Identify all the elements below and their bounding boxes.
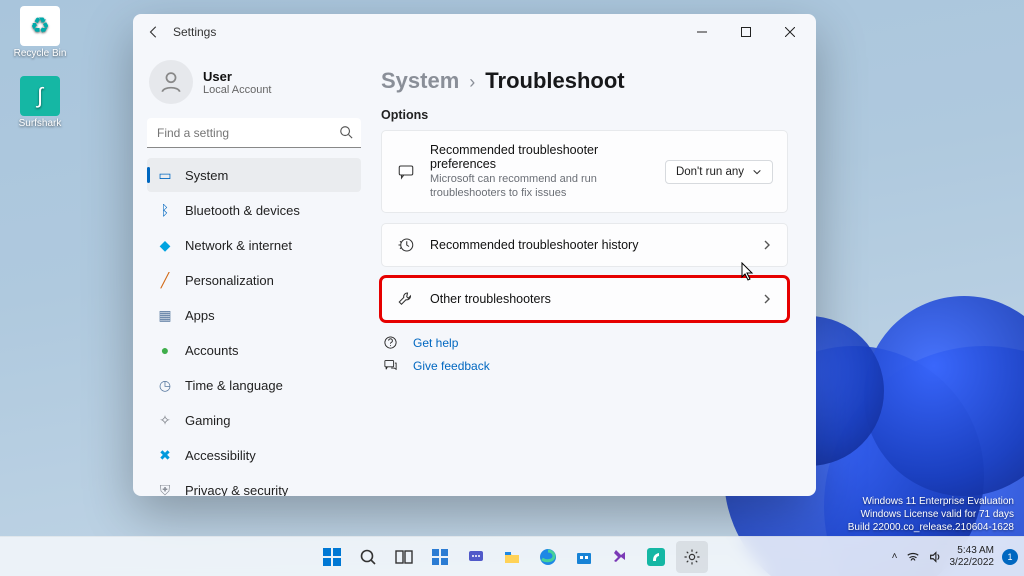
nav-label: Gaming bbox=[185, 413, 231, 428]
nav-list: ▭ System ᛒ Bluetooth & devices ◆ Network & in… bbox=[147, 158, 361, 496]
help-icon bbox=[383, 335, 401, 350]
user-name: User bbox=[203, 69, 272, 84]
minimize-button[interactable] bbox=[680, 17, 724, 47]
store-button[interactable] bbox=[568, 541, 600, 573]
card-title: Recommended troubleshooter history bbox=[430, 238, 747, 252]
nav-icon: ✧ bbox=[157, 412, 173, 428]
wifi-icon[interactable] bbox=[906, 550, 920, 564]
breadcrumb: System › Troubleshoot bbox=[381, 68, 788, 94]
history-icon bbox=[396, 236, 416, 254]
widgets-button[interactable] bbox=[424, 541, 456, 573]
chevron-right-icon: › bbox=[469, 72, 475, 93]
sidebar-item-privacy-security[interactable]: ⛨ Privacy & security bbox=[147, 473, 361, 496]
task-view-button[interactable] bbox=[388, 541, 420, 573]
desktop-icon-recycle-bin[interactable]: ♻ Recycle Bin bbox=[10, 6, 70, 59]
chevron-right-icon bbox=[761, 239, 773, 251]
card-title: Other troubleshooters bbox=[430, 292, 747, 306]
nav-icon: ◷ bbox=[157, 377, 173, 393]
nav-label: Time & language bbox=[185, 378, 283, 393]
sidebar-item-system[interactable]: ▭ System bbox=[147, 158, 361, 192]
sidebar: User Local Account ▭ System ᛒ Bluetooth & d… bbox=[133, 50, 371, 496]
sidebar-item-personalization[interactable]: ╱ Personalization bbox=[147, 263, 361, 297]
taskbar: ˄ 5:43 AM 3/22/2022 1 bbox=[0, 536, 1024, 576]
account-type: Local Account bbox=[203, 84, 272, 96]
help-links: Get help Give feedback bbox=[381, 331, 788, 377]
card-other-troubleshooters[interactable]: Other troubleshooters bbox=[381, 277, 788, 321]
nav-label: Privacy & security bbox=[185, 483, 288, 497]
recycle-bin-icon: ♻ bbox=[20, 6, 60, 46]
card-desc: Microsoft can recommend and run troubles… bbox=[430, 172, 651, 200]
avatar-icon bbox=[149, 60, 193, 104]
volume-icon[interactable] bbox=[928, 550, 942, 564]
preferences-dropdown[interactable]: Don't run any bbox=[665, 160, 773, 184]
nav-label: Accessibility bbox=[185, 448, 256, 463]
nav-icon: ● bbox=[157, 342, 173, 358]
notification-badge[interactable]: 1 bbox=[1002, 549, 1018, 565]
card-title: Recommended troubleshooter preferences bbox=[430, 143, 651, 171]
give-feedback-link[interactable]: Give feedback bbox=[413, 359, 490, 373]
chat-icon bbox=[396, 163, 416, 181]
system-tray[interactable]: ˄ 5:43 AM 3/22/2022 1 bbox=[892, 545, 1018, 569]
surfshark-icon: ∫ bbox=[20, 76, 60, 116]
sidebar-item-apps[interactable]: ▦ Apps bbox=[147, 298, 361, 332]
search-input[interactable] bbox=[147, 118, 361, 148]
main-content: System › Troubleshoot Options Recommende… bbox=[371, 50, 816, 496]
get-help-link[interactable]: Get help bbox=[413, 336, 458, 350]
nav-icon: ᛒ bbox=[157, 202, 173, 218]
card-troubleshooter-history[interactable]: Recommended troubleshooter history bbox=[381, 223, 788, 267]
search-icon bbox=[339, 125, 353, 139]
nav-icon: ⛨ bbox=[157, 482, 173, 496]
taskbar-clock[interactable]: 5:43 AM 3/22/2022 bbox=[950, 545, 995, 569]
titlebar: Settings bbox=[133, 14, 816, 50]
visual-studio-button[interactable] bbox=[604, 541, 636, 573]
profile-block[interactable]: User Local Account bbox=[147, 56, 361, 116]
nav-label: Bluetooth & devices bbox=[185, 203, 300, 218]
desktop-icon-surfshark[interactable]: ∫ Surfshark bbox=[10, 76, 70, 129]
breadcrumb-parent[interactable]: System bbox=[381, 68, 459, 94]
section-heading: Options bbox=[381, 108, 788, 122]
close-button[interactable] bbox=[768, 17, 812, 47]
nav-icon: ▭ bbox=[157, 167, 173, 183]
file-explorer-button[interactable] bbox=[496, 541, 528, 573]
chevron-down-icon bbox=[752, 167, 762, 177]
settings-taskbar-button[interactable] bbox=[676, 541, 708, 573]
breadcrumb-current: Troubleshoot bbox=[485, 68, 624, 94]
windows-watermark: Windows 11 Enterprise Evaluation Windows… bbox=[848, 495, 1014, 534]
sidebar-item-gaming[interactable]: ✧ Gaming bbox=[147, 403, 361, 437]
sidebar-item-time-language[interactable]: ◷ Time & language bbox=[147, 368, 361, 402]
chevron-right-icon bbox=[761, 293, 773, 305]
maximize-button[interactable] bbox=[724, 17, 768, 47]
tray-chevron-icon[interactable]: ˄ bbox=[892, 551, 898, 562]
taskbar-center bbox=[316, 541, 708, 573]
desktop-icon-label: Recycle Bin bbox=[10, 48, 70, 59]
back-button[interactable] bbox=[137, 17, 171, 47]
desktop-icon-label: Surfshark bbox=[10, 118, 70, 129]
window-title: Settings bbox=[171, 25, 216, 39]
wrench-icon bbox=[396, 290, 416, 308]
sidebar-item-network-internet[interactable]: ◆ Network & internet bbox=[147, 228, 361, 262]
chat-button[interactable] bbox=[460, 541, 492, 573]
edge-button[interactable] bbox=[532, 541, 564, 573]
nav-label: Apps bbox=[185, 308, 215, 323]
nav-icon: ◆ bbox=[157, 237, 173, 253]
sidebar-item-bluetooth-devices[interactable]: ᛒ Bluetooth & devices bbox=[147, 193, 361, 227]
taskbar-search-button[interactable] bbox=[352, 541, 384, 573]
card-troubleshooter-preferences: Recommended troubleshooter preferences M… bbox=[381, 130, 788, 213]
nav-label: Accounts bbox=[185, 343, 238, 358]
feedback-icon bbox=[383, 358, 401, 373]
start-button[interactable] bbox=[316, 541, 348, 573]
sidebar-item-accessibility[interactable]: ✖ Accessibility bbox=[147, 438, 361, 472]
nav-label: System bbox=[185, 168, 228, 183]
settings-window: Settings User Local Account ▭SystemᛒBl bbox=[133, 14, 816, 496]
sidebar-item-accounts[interactable]: ● Accounts bbox=[147, 333, 361, 367]
search-container bbox=[147, 118, 361, 148]
surfshark-taskbar-button[interactable] bbox=[640, 541, 672, 573]
nav-label: Personalization bbox=[185, 273, 274, 288]
nav-icon: ╱ bbox=[157, 272, 173, 288]
nav-icon: ▦ bbox=[157, 307, 173, 323]
nav-label: Network & internet bbox=[185, 238, 292, 253]
nav-icon: ✖ bbox=[157, 447, 173, 463]
